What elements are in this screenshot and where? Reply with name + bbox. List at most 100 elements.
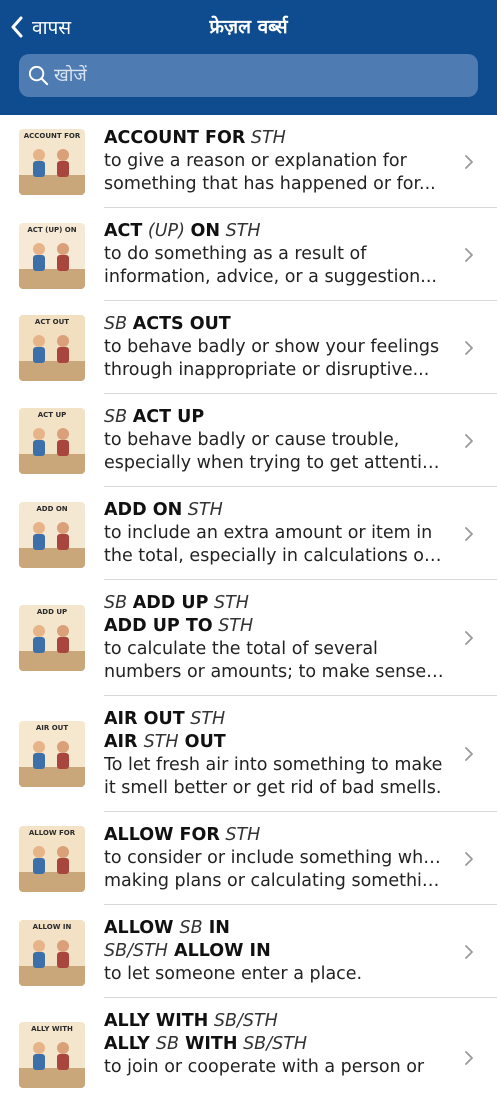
list-item[interactable]: ACT OUT SB ACTS OUT to behave badly or sho…: [0, 301, 497, 394]
chevron-right-icon: [465, 631, 473, 645]
thumbnail-label: ALLOW FOR: [28, 829, 76, 837]
search-input[interactable]: [54, 65, 454, 86]
entry-text: ACCOUNT FOR STH to give a reason or expla…: [104, 127, 445, 196]
headword-line: SB/STH ALLOW IN: [104, 940, 445, 963]
headword-line: ALLOW SB IN: [104, 917, 445, 940]
definition-text: to let someone enter a place.: [104, 964, 363, 984]
headword-placeholder: STH: [212, 616, 254, 636]
headword-verb: ACCOUNT FOR: [104, 128, 246, 148]
thumbnail-label: ALLOW IN: [32, 923, 72, 931]
illustration-thumbnail: ALLOW FOR: [19, 826, 85, 892]
headword-placeholder: SB: [104, 593, 133, 613]
list-item[interactable]: ADD UP SB ADD UP STH ADD UP TO STH to calcu…: [0, 580, 497, 696]
headword-verb: ALLOW IN: [167, 941, 271, 961]
thumbnail-label: ACT OUT: [34, 318, 70, 326]
headword-verb: ON: [190, 221, 221, 241]
definition-text: to include an extra amount or item in: [104, 523, 433, 543]
list-item[interactable]: ALLY WITH ALLY WITH SB/STH ALLY SB WITH SB…: [0, 998, 497, 1118]
illustration-thumbnail: ADD ON: [19, 502, 85, 568]
definition-text: to do something as a result of: [104, 244, 367, 264]
entry-text: ALLOW FOR STH to consider or include some…: [104, 824, 445, 893]
illustration-thumbnail: ACT OUT: [19, 315, 85, 381]
list-item[interactable]: AIR OUT AIR OUT STH AIR STH OUT To let fres…: [0, 696, 497, 812]
definition-text: information, advice, or a suggestion...: [104, 267, 437, 287]
thumbnail-label: ADD ON: [36, 505, 68, 513]
chevron-right-icon: [465, 154, 473, 169]
headword-verb: ADD UP TO: [104, 616, 213, 636]
headword-verb: AIR: [104, 732, 144, 752]
thumbnail-label: ACT (UP) ON: [27, 226, 77, 234]
definition-text: especially when trying to get attentio..…: [104, 453, 445, 473]
headword-placeholder: SB: [155, 1034, 180, 1054]
headword-placeholder: STH: [220, 221, 261, 241]
entry-text: SB ADD UP STH ADD UP TO STH to calculate t…: [104, 592, 445, 684]
list-item[interactable]: ACT UP SB ACT UP to behave badly or cause …: [0, 394, 497, 487]
nav-header: वापस फ्रेज़ल वर्ब्स: [0, 0, 497, 115]
entry-text: ADD ON STH to include an extra amount or …: [104, 499, 445, 568]
entry-text: SB ACTS OUT to behave badly or show your …: [104, 313, 445, 382]
headword-line: ALLOW FOR STH: [104, 824, 445, 847]
definition-text: the total, especially in calculations or…: [104, 546, 445, 566]
headword-verb: ADD ON: [104, 500, 183, 520]
headword-line: ADD UP TO STH: [104, 615, 445, 638]
headword-placeholder: STH: [208, 593, 249, 613]
headword-line: ALLY SB WITH SB/STH: [104, 1033, 445, 1056]
headword-placeholder: SB: [104, 407, 133, 427]
illustration-thumbnail: ACT (UP) ON: [19, 223, 85, 289]
definition-text: To let fresh air into something to make: [104, 755, 443, 775]
chevron-right-icon: [465, 526, 473, 541]
definition-text: to calculate the total of several: [104, 639, 378, 659]
list-item[interactable]: ALLOW FOR ALLOW FOR STH to consider or inc…: [0, 812, 497, 905]
headword-verb: ALLY WITH: [104, 1011, 209, 1031]
headword-verb: OUT: [178, 732, 226, 752]
headword-placeholder: (UP): [142, 221, 191, 241]
illustration-thumbnail: ACCOUNT FOR: [19, 129, 85, 195]
entry-text: AIR OUT STH AIR STH OUT To let fresh air i…: [104, 708, 445, 800]
chevron-right-icon: [465, 944, 473, 959]
list-item[interactable]: ACT (UP) ON ACT (UP) ON STH to do somethin…: [0, 208, 497, 301]
headword-line: AIR STH OUT: [104, 731, 445, 754]
headword-placeholder: SB: [179, 918, 203, 938]
headword-verb: WITH: [179, 1034, 238, 1054]
headword-verb: IN: [202, 918, 230, 938]
headword-placeholder: SB/STH: [237, 1034, 308, 1054]
search-bar[interactable]: [19, 54, 478, 97]
chevron-right-icon: [465, 851, 473, 866]
headword-placeholder: STH: [184, 709, 226, 729]
chevron-right-icon: [465, 247, 473, 262]
headword-placeholder: SB/STH: [104, 941, 168, 961]
headword-verb: ALLOW: [104, 918, 180, 938]
chevron-right-icon: [465, 340, 473, 355]
thumbnail-label: ACCOUNT FOR: [23, 132, 81, 140]
headword-line: AIR OUT STH: [104, 708, 445, 731]
list-item[interactable]: ADD ON ADD ON STH to include an extra amou…: [0, 487, 497, 580]
entry-text: ALLY WITH SB/STH ALLY SB WITH SB/STH to jo…: [104, 1010, 445, 1079]
headword-verb: ADD UP: [132, 593, 209, 613]
entry-text: ALLOW SB IN SB/STH ALLOW IN to let someone…: [104, 917, 445, 986]
headword-verb: ALLOW FOR: [104, 825, 220, 845]
headword-verb: ACT: [104, 221, 143, 241]
headword-placeholder: STH: [219, 825, 261, 845]
headword-placeholder: STH: [143, 732, 179, 752]
headword-placeholder: STH: [182, 500, 223, 520]
headword-line: ADD ON STH: [104, 499, 445, 522]
search-icon: [28, 65, 49, 86]
headword-line: SB ADD UP STH: [104, 592, 445, 615]
page-title: फ्रेज़ल वर्ब्स: [209, 16, 288, 38]
list-item[interactable]: ALLOW IN ALLOW SB IN SB/STH ALLOW IN to let…: [0, 905, 497, 998]
thumbnail-label: ALLY WITH: [31, 1025, 73, 1033]
definition-text: numbers or amounts; to make sense ...: [104, 662, 445, 682]
headword-line: ACT (UP) ON STH: [104, 220, 445, 243]
list-item[interactable]: ACCOUNT FOR ACCOUNT FOR STH to give a reas…: [0, 115, 497, 208]
thumbnail-label: ACT UP: [37, 411, 67, 419]
illustration-thumbnail: ALLY WITH: [19, 1022, 85, 1088]
headword-verb: AIR OUT: [104, 709, 185, 729]
headword-verb: ALLY: [104, 1034, 156, 1054]
definition-text: to behave badly or show your feelings: [104, 337, 440, 357]
illustration-thumbnail: ACT UP: [19, 408, 85, 474]
headword-line: ALLY WITH SB/STH: [104, 1010, 445, 1033]
chevron-right-icon: [465, 433, 473, 448]
definition-text: making plans or calculating something.: [104, 871, 445, 891]
definition-text: through inappropriate or disruptive...: [104, 360, 430, 380]
definition-text: it smell better or get rid of bad smells…: [104, 778, 442, 798]
